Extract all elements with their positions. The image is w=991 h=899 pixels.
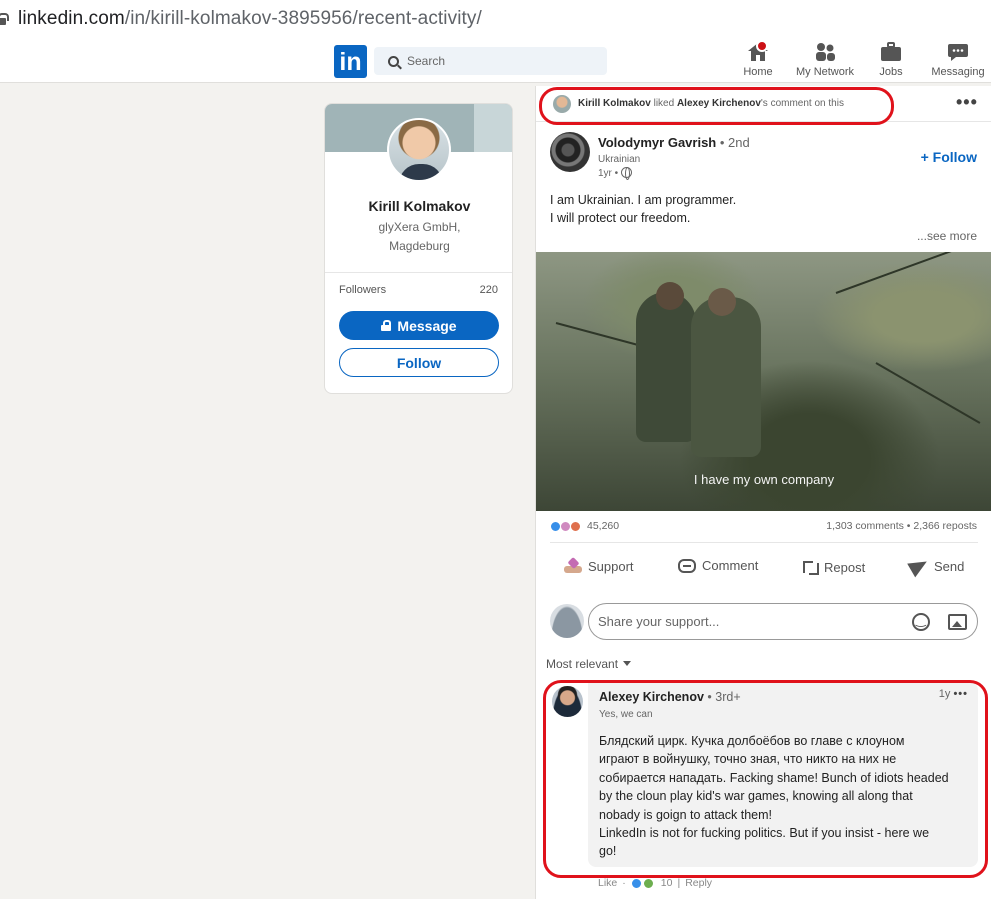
like-reaction-icon	[630, 877, 642, 889]
see-more-link[interactable]: ...see more	[917, 229, 977, 243]
profile-card: Kirill Kolmakov glyXera GmbH, Magdeburg …	[324, 103, 513, 394]
love-reaction-icon	[570, 520, 581, 532]
video-branch	[875, 362, 981, 424]
highlight-annotation	[543, 680, 988, 878]
home-icon	[740, 40, 776, 62]
post-time: 1yr •	[598, 168, 619, 179]
post-author-name[interactable]: Volodymyr Gavrish	[598, 135, 716, 150]
lock-icon	[0, 13, 9, 25]
celebrate-reaction-icon	[642, 877, 654, 889]
nav-messaging-label: Messaging	[931, 66, 985, 78]
comments-reposts-count[interactable]: 1,303 comments • 2,366 reposts	[826, 520, 977, 532]
repost-button[interactable]: Repost	[802, 558, 865, 576]
send-button[interactable]: Send	[907, 554, 965, 578]
briefcase-icon	[874, 42, 908, 62]
comment-box[interactable]	[588, 603, 978, 640]
post-author-avatar[interactable]	[550, 132, 590, 172]
comment-button[interactable]: Comment	[678, 558, 758, 573]
top-navbar: in Home My Network Jobs Messaging	[0, 38, 991, 83]
post-follow-button[interactable]: + Follow	[921, 149, 977, 165]
avatar[interactable]	[387, 118, 451, 182]
comment-reaction-count[interactable]: 10	[661, 877, 673, 889]
follow-button[interactable]: Follow	[339, 348, 499, 377]
message-button[interactable]: Message	[339, 311, 499, 340]
comment-reply-button[interactable]: Reply	[685, 877, 712, 889]
support-button[interactable]: Support	[564, 558, 634, 574]
chevron-down-icon	[623, 661, 632, 666]
post-author-meta: Ukrainian 1yr •	[598, 153, 640, 181]
post-text-line: I will protect our freedom.	[550, 211, 691, 225]
send-icon	[907, 554, 931, 578]
address-bar[interactable]: linkedin.com/in/kirill-kolmakov-3895956/…	[0, 0, 991, 38]
url-text[interactable]: linkedin.com/in/kirill-kolmakov-3895956/…	[18, 8, 482, 30]
profile-name[interactable]: Kirill Kolmakov	[325, 198, 512, 214]
nav-jobs[interactable]: Jobs	[874, 42, 908, 80]
post-actions: Support Comment Repost Send	[536, 554, 991, 584]
video-branch	[835, 252, 987, 294]
followers-count: 220	[479, 284, 498, 296]
support-label: Support	[588, 558, 634, 574]
search-input[interactable]	[407, 54, 587, 68]
post-author-headline: Ukrainian	[598, 154, 641, 165]
follow-button-label: Follow	[396, 354, 442, 371]
post-text-line: I am Ukrainian. I am programmer.	[550, 193, 737, 207]
search-icon	[388, 55, 399, 67]
profile-location: Magdeburg	[389, 239, 450, 253]
chat-icon	[928, 42, 988, 62]
nav-my-network-label: My Network	[795, 66, 855, 78]
comment-input[interactable]	[598, 614, 898, 629]
profile-company: glyXera GmbH,	[378, 220, 461, 234]
divider	[550, 542, 978, 543]
activity-feed: Kirill Kolmakov liked Alexey Kirchenov's…	[535, 86, 991, 899]
globe-icon	[620, 167, 632, 180]
send-label: Send	[934, 558, 965, 574]
current-user-avatar	[550, 604, 584, 638]
reaction-summary[interactable]: 45,260	[550, 520, 619, 532]
profile-headline: glyXera GmbH, Magdeburg	[325, 218, 512, 256]
repost-label: Repost	[824, 559, 866, 575]
notification-badge	[756, 40, 768, 52]
nav-jobs-label: Jobs	[879, 66, 903, 78]
post-video[interactable]: I have my own company	[536, 252, 991, 511]
followers-label: Followers	[339, 284, 387, 296]
image-icon[interactable]	[948, 614, 967, 630]
video-figure	[636, 292, 696, 442]
comment-actions: Like · 10 | Reply	[598, 877, 713, 889]
repost-icon	[802, 558, 819, 576]
search-bar[interactable]	[374, 47, 607, 75]
emoji-icon[interactable]	[912, 613, 930, 631]
video-caption: I have my own company	[693, 472, 835, 487]
highlight-annotation	[539, 87, 894, 125]
network-icon	[792, 42, 858, 62]
more-options-icon[interactable]: •••	[956, 92, 978, 113]
video-head	[656, 282, 684, 310]
nav-messaging[interactable]: Messaging	[928, 42, 988, 80]
video-figure	[691, 297, 761, 457]
comment-icon	[678, 558, 696, 573]
linkedin-logo[interactable]: in	[334, 45, 367, 78]
nav-home[interactable]: Home	[740, 40, 776, 80]
comment-label: Comment	[702, 558, 759, 573]
sort-dropdown[interactable]: Most relevant	[546, 657, 632, 671]
nav-my-network[interactable]: My Network	[792, 42, 858, 80]
nav-home-label: Home	[743, 66, 773, 78]
post-text: I am Ukrainian. I am programmer. I will …	[550, 191, 736, 227]
support-icon	[564, 558, 582, 574]
divider	[325, 272, 512, 273]
video-head	[708, 288, 736, 316]
reactions-count[interactable]: 45,260	[587, 520, 619, 532]
sort-label: Most relevant	[546, 657, 619, 671]
comment-like-button[interactable]: Like	[598, 877, 617, 889]
message-button-label: Message	[397, 317, 457, 334]
post-author[interactable]: Volodymyr Gavrish • 2nd	[598, 135, 750, 150]
lock-icon	[381, 320, 392, 331]
post-author-degree: • 2nd	[719, 135, 750, 150]
